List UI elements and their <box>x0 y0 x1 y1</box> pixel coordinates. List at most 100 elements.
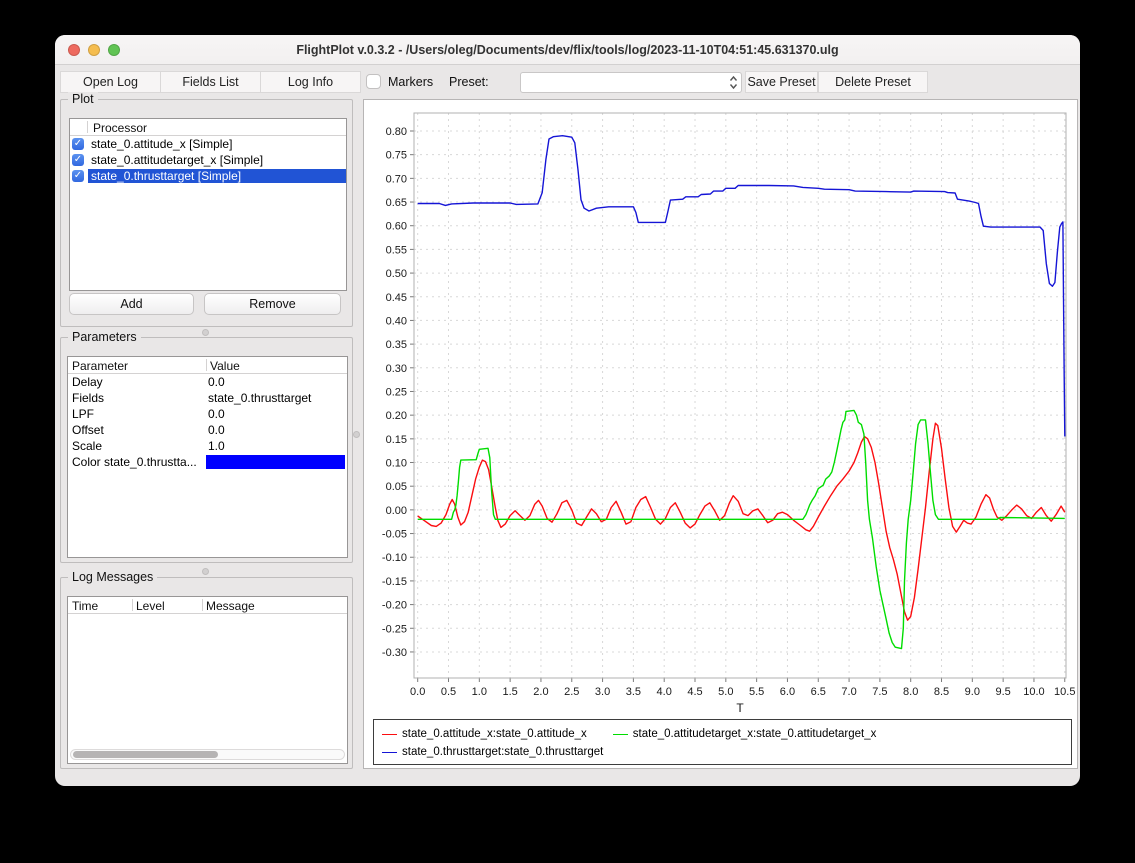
svg-text:0.35: 0.35 <box>386 339 407 351</box>
svg-text:0.05: 0.05 <box>386 481 407 493</box>
log-messages-panel: Log Messages Time Level Message <box>60 577 353 769</box>
delete-preset-button[interactable]: Delete Preset <box>818 71 928 93</box>
svg-text:-0.20: -0.20 <box>382 600 407 612</box>
log-info-button[interactable]: Log Info <box>260 71 361 93</box>
svg-text:0.25: 0.25 <box>386 386 407 398</box>
close-window-button[interactable] <box>68 44 80 56</box>
svg-text:0.5: 0.5 <box>441 686 456 698</box>
field-list-row[interactable]: ✓ state_0.attitudetarget_x [Simple] <box>70 152 346 168</box>
log-messages-panel-title: Log Messages <box>68 570 157 584</box>
svg-text:9.0: 9.0 <box>965 686 980 698</box>
zoom-window-button[interactable] <box>108 44 120 56</box>
svg-text:6.5: 6.5 <box>811 686 826 698</box>
parameter-value[interactable]: state_0.thrusttarget <box>206 391 347 405</box>
parameter-name: LPF <box>68 407 206 421</box>
app-window: FlightPlot v.0.3.2 - /Users/oleg/Documen… <box>55 35 1080 786</box>
field-checkbox-checked-icon[interactable]: ✓ <box>72 154 84 166</box>
svg-text:4.0: 4.0 <box>657 686 672 698</box>
svg-text:7.0: 7.0 <box>841 686 856 698</box>
field-list-item-label[interactable]: state_0.attitude_x [Simple] <box>88 137 235 151</box>
processor-column-header: Processor <box>93 121 147 135</box>
axis-tick-labels: 0.00.51.01.52.02.53.03.54.04.55.05.56.06… <box>382 126 1076 698</box>
svg-text:6.0: 6.0 <box>780 686 795 698</box>
column-divider <box>202 599 203 611</box>
svg-text:-0.30: -0.30 <box>382 647 407 659</box>
minimize-window-button[interactable] <box>88 44 100 56</box>
parameter-value[interactable]: 0.0 <box>206 407 347 421</box>
splitter-handle[interactable] <box>202 568 209 575</box>
field-list-item-label[interactable]: state_0.thrusttarget [Simple] <box>88 169 346 183</box>
svg-text:10.5: 10.5 <box>1054 686 1075 698</box>
svg-text:3.5: 3.5 <box>626 686 641 698</box>
svg-text:7.5: 7.5 <box>872 686 887 698</box>
svg-text:0.40: 0.40 <box>386 315 407 327</box>
svg-text:1.0: 1.0 <box>472 686 487 698</box>
plot-frame <box>414 113 1066 678</box>
preset-combobox[interactable] <box>520 72 742 93</box>
titlebar: FlightPlot v.0.3.2 - /Users/oleg/Documen… <box>55 35 1080 65</box>
horizontal-scrollbar[interactable] <box>70 749 345 760</box>
field-list-item-label[interactable]: state_0.attitudetarget_x [Simple] <box>88 153 266 167</box>
markers-label: Markers <box>388 75 433 89</box>
legend-item-label: state_0.attitudetarget_x:state_0.attitud… <box>633 728 877 740</box>
svg-text:0.70: 0.70 <box>386 173 407 185</box>
color-swatch[interactable] <box>206 455 345 469</box>
parameter-value[interactable]: 1.0 <box>206 439 347 453</box>
svg-text:-0.25: -0.25 <box>382 623 407 635</box>
chart-canvas[interactable]: 0.00.51.01.52.02.53.03.54.04.55.05.56.06… <box>364 100 1077 715</box>
svg-text:10.0: 10.0 <box>1023 686 1044 698</box>
parameter-name: Color state_0.thrustta... <box>68 455 206 469</box>
parameter-row[interactable]: Offset0.0 <box>68 422 347 438</box>
remove-button[interactable]: Remove <box>204 293 341 315</box>
preset-label: Preset: <box>449 75 489 89</box>
chart-legend: state_0.attitude_x:state_0.attitude_x sta… <box>373 719 1072 765</box>
svg-text:-0.10: -0.10 <box>382 552 407 564</box>
add-button[interactable]: Add <box>69 293 194 315</box>
field-checkbox-checked-icon[interactable]: ✓ <box>72 138 84 150</box>
parameters-panel: Parameters Parameter Value Delay0.0Field… <box>60 337 353 563</box>
field-list-row[interactable]: ✓ state_0.attitude_x [Simple] <box>70 136 346 152</box>
field-list-row[interactable]: ✓ state_0.thrusttarget [Simple] <box>70 168 346 184</box>
combobox-stepper-icon[interactable] <box>729 75 738 90</box>
parameter-row[interactable]: LPF0.0 <box>68 406 347 422</box>
open-log-button[interactable]: Open Log <box>60 71 161 93</box>
markers-checkbox[interactable] <box>366 74 381 89</box>
series-line-1 <box>418 410 1065 648</box>
legend-item-label: state_0.attitude_x:state_0.attitude_x <box>402 728 587 740</box>
log-messages-table[interactable]: Time Level Message <box>67 596 348 764</box>
parameter-row[interactable]: Color state_0.thrustta... <box>68 454 347 470</box>
field-list-header: Processor <box>70 119 346 136</box>
parameter-name: Scale <box>68 439 206 453</box>
legend-line-sample-icon <box>613 734 628 735</box>
parameters-table[interactable]: Parameter Value Delay0.0Fieldsstate_0.th… <box>67 356 348 558</box>
svg-text:0.10: 0.10 <box>386 458 407 470</box>
parameter-row[interactable]: Delay0.0 <box>68 374 347 390</box>
svg-text:0.80: 0.80 <box>386 126 407 138</box>
svg-text:3.0: 3.0 <box>595 686 610 698</box>
svg-text:-0.15: -0.15 <box>382 576 407 588</box>
field-checkbox-checked-icon[interactable]: ✓ <box>72 170 84 182</box>
parameters-table-header: Parameter Value <box>68 357 347 374</box>
parameter-value[interactable]: 0.0 <box>206 375 347 389</box>
splitter-handle[interactable] <box>353 431 360 438</box>
svg-text:0.75: 0.75 <box>386 150 407 162</box>
chart-panel: 0.00.51.01.52.02.53.03.54.04.55.05.56.06… <box>363 99 1078 769</box>
svg-text:2.0: 2.0 <box>533 686 548 698</box>
splitter-handle[interactable] <box>202 329 209 336</box>
parameter-value[interactable]: 0.0 <box>206 423 347 437</box>
field-list[interactable]: Processor ✓ state_0.attitude_x [Simple] ✓ s… <box>69 118 347 291</box>
window-title: FlightPlot v.0.3.2 - /Users/oleg/Documen… <box>135 35 1000 65</box>
svg-text:0.15: 0.15 <box>386 434 407 446</box>
save-preset-button[interactable]: Save Preset <box>745 71 818 93</box>
svg-text:0.00: 0.00 <box>386 505 407 517</box>
svg-text:2.5: 2.5 <box>564 686 579 698</box>
svg-text:0.30: 0.30 <box>386 363 407 375</box>
fields-list-button[interactable]: Fields List <box>160 71 261 93</box>
parameter-name: Fields <box>68 391 206 405</box>
axis-ticks <box>410 131 1065 682</box>
value-column-header: Value <box>210 359 240 373</box>
svg-text:5.5: 5.5 <box>749 686 764 698</box>
scrollbar-thumb[interactable] <box>73 751 218 758</box>
parameter-row[interactable]: Fieldsstate_0.thrusttarget <box>68 390 347 406</box>
parameter-row[interactable]: Scale1.0 <box>68 438 347 454</box>
